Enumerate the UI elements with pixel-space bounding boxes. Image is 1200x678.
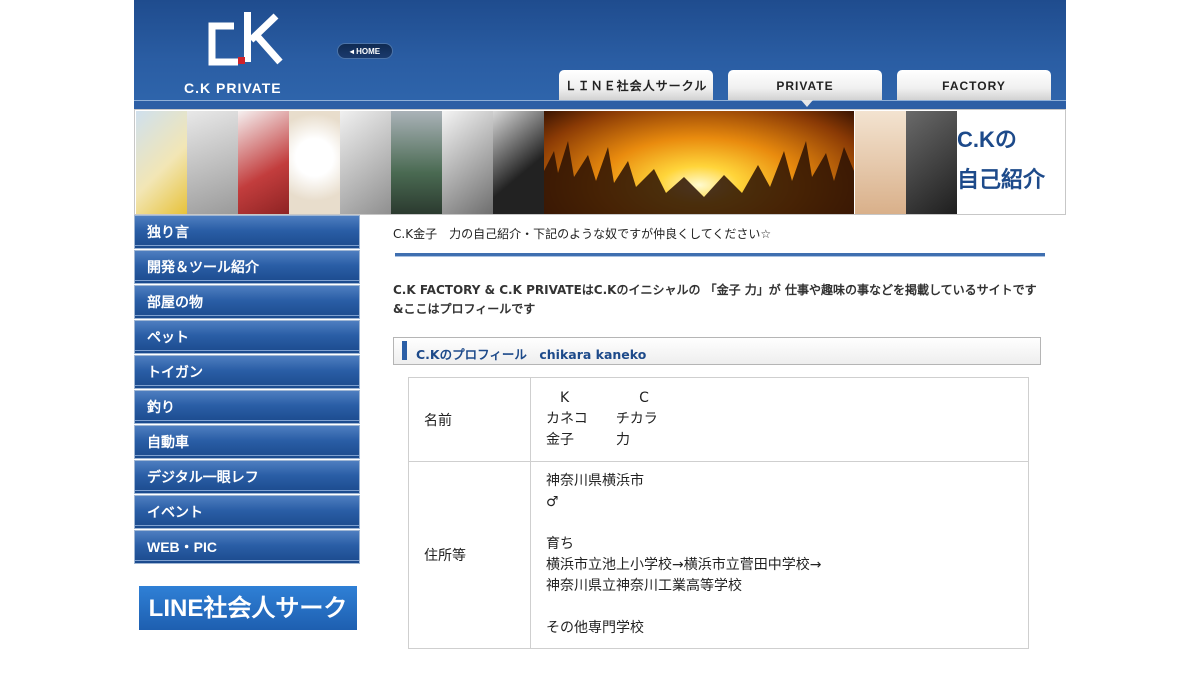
value-line: 神奈川県横浜市 [546,473,644,489]
value-line: その他専門学校 [546,620,644,636]
sidebar-item-event[interactable]: イベント [134,495,360,529]
sidebar-item-pet[interactable]: ペット [134,320,360,354]
site-logo[interactable]: C.K PRIVATE [180,10,310,96]
table-row: 名前 K C カネコ チカラ 金子 力 [408,377,1029,462]
banner-thumb-hand [855,111,906,214]
sidebar-item-web-pic[interactable]: WEB・PIC [134,530,360,564]
profile-table: 名前 K C カネコ チカラ 金子 力 住所等 神奈川県横浜市 ♂ 育ち 横浜市… [408,377,1029,649]
banner-thumb-yellow [136,111,187,214]
sidebar-item-car[interactable]: 自動車 [134,425,360,459]
heading-bar [402,341,407,360]
header-stripe [134,100,1066,109]
value-line [546,513,1013,534]
home-button[interactable]: ◂ HOME [337,43,393,59]
active-tab-pointer-icon [801,100,813,107]
tab-private[interactable]: PRIVATE [728,70,882,100]
banner-thumb-camera [493,111,544,214]
line-circle-banner[interactable]: LINE社会人サークル [139,586,357,668]
value-line: 横浜市立池上小学校→横浜市立菅田中学校→ [546,557,822,573]
banner-crowd-image [544,111,854,214]
crowd-silhouette-icon [544,141,854,214]
banner-thumb-red [238,111,289,214]
table-row: 住所等 神奈川県横浜市 ♂ 育ち 横浜市立池上小学校→横浜市立菅田中学校→ 神奈… [408,461,1029,649]
sidebar-nav: 独り言 開発＆ツール紹介 部屋の物 ペット トイガン 釣り 自動車 デジタル一眼… [134,215,362,565]
logo-text: C.K PRIVATE [184,80,282,96]
home-label: HOME [356,47,381,56]
banner-title: C.Kの 自己紹介 [957,120,1065,200]
sidebar-item-room[interactable]: 部屋の物 [134,285,360,319]
sidebar-item-dev-tools[interactable]: 開発＆ツール紹介 [134,250,360,284]
banner-thumb-car [442,111,493,214]
ck-logo-icon [208,12,283,66]
tab-factory[interactable]: FACTORY [897,70,1051,100]
profile-value-name: K C カネコ チカラ 金子 力 [530,377,1029,462]
sidebar-item-dslr[interactable]: デジタル一眼レフ [134,460,360,494]
value-line: カネコ チカラ [546,411,658,427]
value-line: 神奈川県立神奈川工業高等学校 [546,578,742,594]
sidebar-item-monologue[interactable]: 独り言 [134,215,360,249]
page: C.K PRIVATE ◂ HOME ＬＩＮＥ社会人サークル PRIVATE F… [134,0,1066,668]
site-description: C.K FACTORY & C.K PRIVATEはC.Kのイニシャルの 「金子… [393,283,1037,316]
profile-section-title: C.Kのプロフィール chikara kaneko [416,347,647,362]
value-line: 金子 力 [546,432,630,448]
profile-label-address: 住所等 [408,461,531,649]
profile-section-heading: C.Kのプロフィール chikara kaneko [393,337,1041,365]
value-line [546,597,1013,618]
banner-title-line2: 自己紹介 [957,167,1046,192]
intro-text: C.K金子 力の自己紹介・下記のような奴ですが仲良くしてください☆ [393,227,772,241]
banner-thumb-gear [187,111,238,214]
tab-line-circle[interactable]: ＬＩＮＥ社会人サークル [559,70,713,100]
sidebar-item-fishing[interactable]: 釣り [134,390,360,424]
banner-thumb-remote [906,111,957,214]
profile-value-address: 神奈川県横浜市 ♂ 育ち 横浜市立池上小学校→横浜市立菅田中学校→ 神奈川県立神… [530,461,1029,649]
site-header: C.K PRIVATE ◂ HOME ＬＩＮＥ社会人サークル PRIVATE F… [134,0,1066,109]
banner-title-line1: C.Kの [957,127,1017,152]
value-line: ♂ [546,494,559,510]
intro-banner: C.Kの 自己紹介 [134,109,1066,215]
banner-thumb-gun [340,111,391,214]
value-line: 育ち [546,536,574,552]
sidebar-item-toygun[interactable]: トイガン [134,355,360,389]
banner-thumb-fishing [391,111,442,214]
divider [395,253,1045,257]
profile-label-name: 名前 [408,377,531,462]
banner-thumb-dog [289,111,340,214]
value-line: K C [546,390,649,406]
